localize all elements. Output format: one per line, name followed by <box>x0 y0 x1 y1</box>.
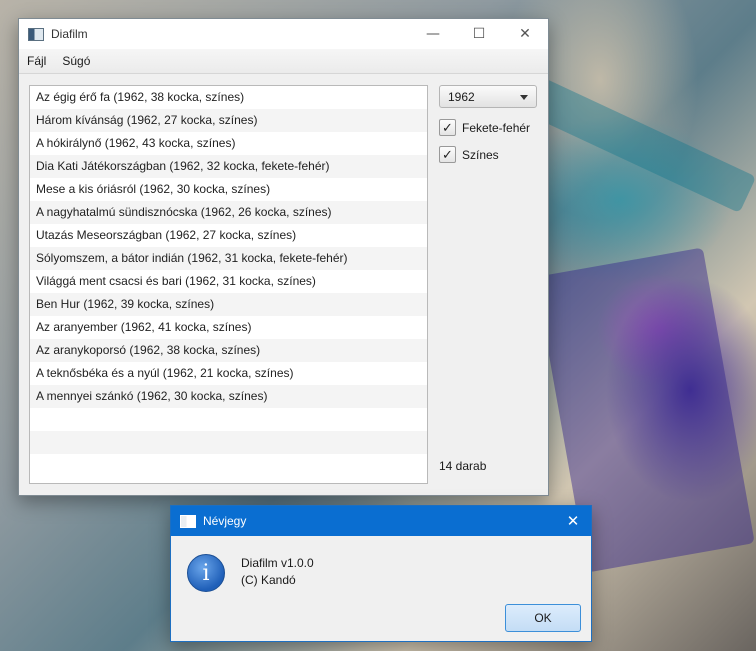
list-item[interactable]: Mese a kis óriásról (1962, 30 kocka, szí… <box>30 178 427 201</box>
empty-list-row <box>30 454 427 477</box>
minimize-icon: — <box>426 26 440 42</box>
list-item[interactable]: Három kívánság (1962, 27 kocka, színes) <box>30 109 427 132</box>
empty-list-row <box>30 408 427 431</box>
year-select-value: 1962 <box>448 89 475 104</box>
chevron-down-icon <box>520 95 528 100</box>
list-item[interactable]: Világgá ment csacsi és bari (1962, 31 ko… <box>30 270 427 293</box>
main-window: Diafilm — ☐ ✕ Fájl Súgó Az égig érő fa (… <box>18 18 549 496</box>
list-item[interactable]: Utazás Meseországban (1962, 27 kocka, sz… <box>30 224 427 247</box>
list-item[interactable]: A hókirálynő (1962, 43 kocka, színes) <box>30 132 427 155</box>
checkbox-black-white[interactable]: ✓ Fekete-fehér <box>439 119 530 136</box>
list-item[interactable]: Dia Kati Játékországban (1962, 32 kocka,… <box>30 155 427 178</box>
maximize-icon: ☐ <box>472 26 486 42</box>
dialog-message: Diafilm v1.0.0 (C) Kandó <box>241 555 314 589</box>
close-button[interactable]: ✕ <box>502 19 548 49</box>
maximize-button[interactable]: ☐ <box>456 19 502 49</box>
list-item[interactable]: Az égig érő fa (1962, 38 kocka, színes) <box>30 86 427 109</box>
menu-file[interactable]: Fájl <box>19 54 54 68</box>
list-item[interactable]: A teknősbéka és a nyúl (1962, 21 kocka, … <box>30 362 427 385</box>
menu-bar: Fájl Súgó <box>19 49 548 74</box>
copyright-text: (C) Kandó <box>241 573 296 587</box>
list-item[interactable]: Ben Hur (1962, 39 kocka, színes) <box>30 293 427 316</box>
about-dialog: Névjegy ✕ i Diafilm v1.0.0 (C) Kandó OK <box>170 505 592 642</box>
close-icon: ✕ <box>519 26 531 42</box>
dialog-close-button[interactable]: ✕ <box>555 506 591 536</box>
film-list[interactable]: Az égig érő fa (1962, 38 kocka, színes) … <box>29 85 428 484</box>
window-title: Diafilm <box>51 27 88 41</box>
year-select[interactable]: 1962 <box>439 85 537 108</box>
list-item[interactable]: A nagyhatalmú sündisznócska (1962, 26 ko… <box>30 201 427 224</box>
checkbox-label: Színes <box>462 147 499 162</box>
list-item[interactable]: Az aranyember (1962, 41 kocka, színes) <box>30 316 427 339</box>
item-count: 14 darab <box>439 459 487 473</box>
checkmark-icon[interactable]: ✓ <box>439 146 456 163</box>
list-item[interactable]: A mennyei szánkó (1962, 30 kocka, színes… <box>30 385 427 408</box>
list-item[interactable]: Sólyomszem, a bátor indián (1962, 31 koc… <box>30 247 427 270</box>
dialog-title-bar[interactable]: Névjegy ✕ <box>171 506 591 536</box>
info-icon: i <box>187 554 225 592</box>
empty-list-row <box>30 431 427 454</box>
checkmark-icon[interactable]: ✓ <box>439 119 456 136</box>
title-bar[interactable]: Diafilm — ☐ ✕ <box>19 19 548 49</box>
app-icon <box>180 514 196 528</box>
ok-button[interactable]: OK <box>505 604 581 632</box>
version-text: Diafilm v1.0.0 <box>241 556 314 570</box>
menu-help[interactable]: Súgó <box>54 54 98 68</box>
checkbox-color[interactable]: ✓ Színes <box>439 146 499 163</box>
app-icon <box>28 27 44 41</box>
minimize-button[interactable]: — <box>410 19 456 49</box>
checkbox-label: Fekete-fehér <box>462 120 531 135</box>
list-item[interactable]: Az aranykoporsó (1962, 38 kocka, színes) <box>30 339 427 362</box>
dialog-title: Névjegy <box>203 514 247 528</box>
close-icon: ✕ <box>566 512 580 530</box>
